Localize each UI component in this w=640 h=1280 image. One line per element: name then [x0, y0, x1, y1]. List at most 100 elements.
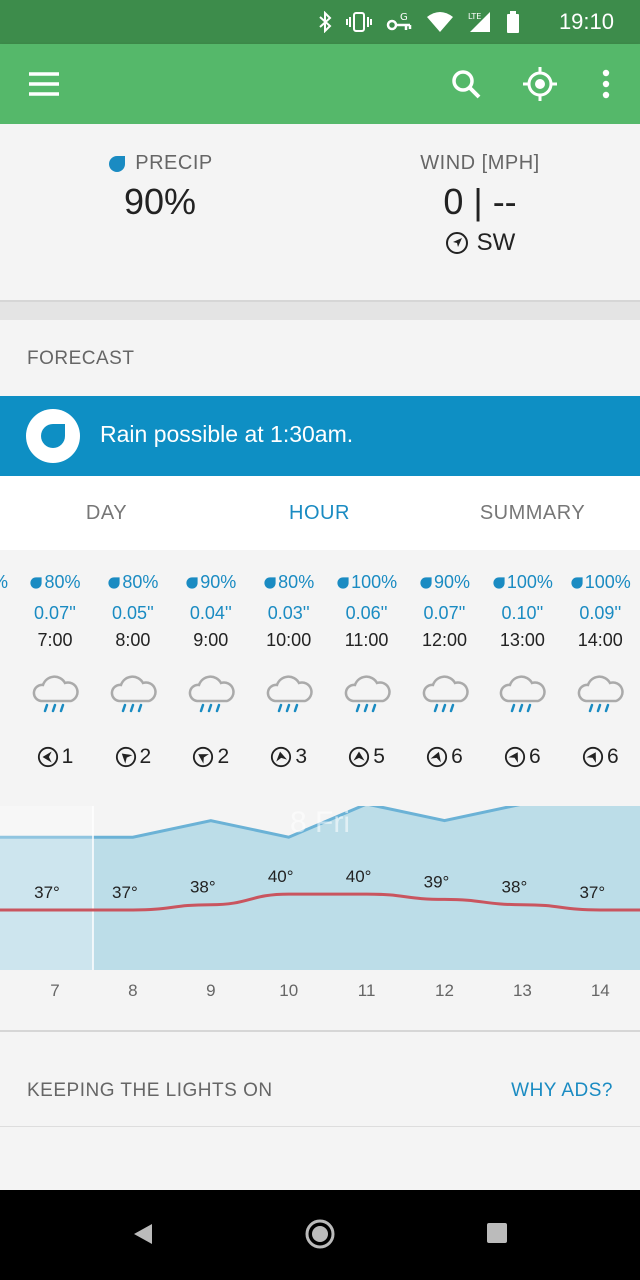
bluetooth-icon	[319, 11, 332, 33]
wind-direction-icon	[349, 746, 370, 768]
vibrate-icon	[346, 12, 372, 32]
temperature-label: 37°	[34, 883, 60, 902]
hour-precip-amount: 0.09''	[579, 603, 622, 623]
x-axis-label: 7	[50, 981, 59, 1000]
hour-weather-icon	[250, 675, 328, 719]
wind-direction-icon	[115, 746, 136, 768]
system-nav-bar	[0, 1190, 640, 1280]
x-axis-label: 12	[435, 981, 454, 1000]
location-button[interactable]	[520, 64, 560, 104]
hour-precip-amount: 0.07''	[34, 603, 76, 623]
hourly-chart: 8 Fri 37° 37° 38° 40° 40° 39° 38° 37° 7 8 9 10 11 12 13…	[0, 806, 640, 1000]
hour-time: 11:00	[344, 630, 389, 650]
back-icon[interactable]	[132, 1222, 154, 1246]
x-axis-label: 8	[128, 981, 137, 1000]
hour-wind: 2	[172, 745, 250, 769]
rain-cloud-icon	[266, 675, 313, 713]
hour-column: 100% 0.09'' 14:00 6	[561, 550, 639, 769]
raindrop-icon	[186, 576, 198, 589]
raindrop-icon	[30, 576, 43, 589]
current-conditions-card: PRECIP 90% WIND [MPH] 0 | -- SW	[0, 124, 640, 302]
wind-direction-icon	[504, 746, 526, 768]
gps-icon	[523, 67, 557, 101]
x-axis-label: 14	[591, 981, 610, 1000]
status-bar: G LTE 19:10	[0, 0, 640, 44]
ads-card: KEEPING THE LIGHTS ON WHY ADS?	[0, 1052, 640, 1190]
app-bar	[0, 44, 640, 124]
precip-stat: PRECIP 90%	[60, 152, 260, 223]
more-vertical-icon	[602, 69, 610, 99]
search-icon	[452, 70, 481, 99]
status-icons: G LTE	[318, 8, 520, 36]
hour-precip-percent: 80%	[94, 572, 172, 593]
raindrop-icon	[420, 576, 432, 589]
day-marker: 8 Fri	[290, 806, 350, 839]
hour-precip-percent: 90%	[406, 572, 484, 593]
hour-precip-amount: 0.05''	[111, 603, 154, 623]
raindrop-icon	[108, 576, 120, 589]
wind-direction-icon	[582, 746, 604, 768]
hour-weather-icon	[94, 675, 172, 719]
hour-column: 80% 0.07'' 7:00 1	[16, 550, 94, 769]
hour-time: 14:00	[577, 630, 623, 650]
wind-direction-icon	[37, 746, 58, 768]
hour-weather-icon	[172, 675, 250, 719]
temperature-label: 38°	[502, 878, 528, 897]
tab-day[interactable]: DAY	[0, 476, 213, 550]
rain-cloud-icon	[188, 675, 235, 713]
recents-icon[interactable]	[486, 1222, 508, 1244]
alert-text: Rain possible at 1:30am.	[100, 421, 354, 447]
wind-stat: WIND [MPH] 0 | -- SW	[380, 152, 580, 257]
raindrop-icon	[493, 576, 505, 589]
hour-column: 100% 0.06'' 11:00 5	[328, 550, 406, 769]
menu-icon[interactable]	[28, 70, 60, 98]
hour-column: 80% 0.03'' 10:00 3	[250, 550, 328, 769]
vpn-key-icon: G	[386, 12, 412, 31]
hour-time: 9:00	[193, 630, 229, 650]
wind-direction-icon	[193, 746, 214, 768]
tab-hour[interactable]: HOUR	[213, 476, 426, 550]
section-divider	[0, 302, 640, 320]
hour-column: 90% 0.07'' 12:00 6	[406, 550, 484, 769]
temperature-label: 37°	[579, 883, 605, 902]
raindrop-icon	[571, 576, 583, 589]
x-axis-label: 9	[206, 981, 215, 1000]
tab-summary[interactable]: SUMMARY	[426, 476, 639, 550]
network-type: LTE	[468, 12, 481, 21]
signal-icon: LTE	[468, 12, 490, 32]
overflow-menu-button[interactable]	[586, 64, 626, 104]
hour-precip-amount: 0.06''	[345, 603, 388, 623]
rain-alert-banner[interactable]: Rain possible at 1:30am.	[0, 396, 640, 476]
raindrop-icon	[337, 576, 349, 589]
ads-title: KEEPING THE LIGHTS ON	[27, 1080, 273, 1101]
hour-weather-icon	[406, 675, 484, 719]
forecast-card: FORECAST Rain possible at 1:30am. DAY HO…	[0, 320, 640, 1032]
forecast-tabs: DAY HOUR SUMMARY	[0, 476, 640, 550]
precip-label: PRECIP	[135, 152, 213, 174]
temperature-label: 40°	[268, 867, 294, 886]
rain-cloud-icon	[32, 675, 79, 713]
search-button[interactable]	[446, 64, 486, 104]
hour-precip-percent: 100%	[561, 572, 639, 593]
wind-direction-icon	[271, 746, 292, 768]
hour-column: 80% 0.05'' 8:00 2	[94, 550, 172, 769]
battery-icon	[507, 11, 519, 33]
hour-column: 90% 0.04'' 9:00 2	[172, 550, 250, 769]
rain-cloud-icon	[110, 675, 157, 713]
hour-wind: 6	[406, 745, 484, 769]
wind-value: 0 | --	[443, 181, 517, 222]
hour-time: 13:00	[499, 630, 545, 650]
svg-text:G: G	[400, 12, 408, 23]
navigation-arrow-icon	[445, 232, 468, 254]
raindrop-icon	[264, 576, 276, 589]
home-icon[interactable]	[304, 1218, 336, 1250]
rain-cloud-icon	[344, 675, 391, 713]
alert-icon-circle	[26, 409, 80, 463]
hourly-list[interactable]: 80% 0.07'' 7:00 1 80% 0.05'' 8:00 2 90% 0.04'' 9:0…	[0, 550, 640, 810]
hour-precip-amount: 0.03''	[267, 603, 310, 623]
hour-wind: 2	[94, 745, 172, 769]
hour-precip-amount: 0.04''	[189, 603, 232, 623]
why-ads-link[interactable]: WHY ADS?	[511, 1080, 613, 1102]
hour-column-partial: %	[0, 572, 8, 593]
hour-time: 8:00	[115, 630, 151, 650]
